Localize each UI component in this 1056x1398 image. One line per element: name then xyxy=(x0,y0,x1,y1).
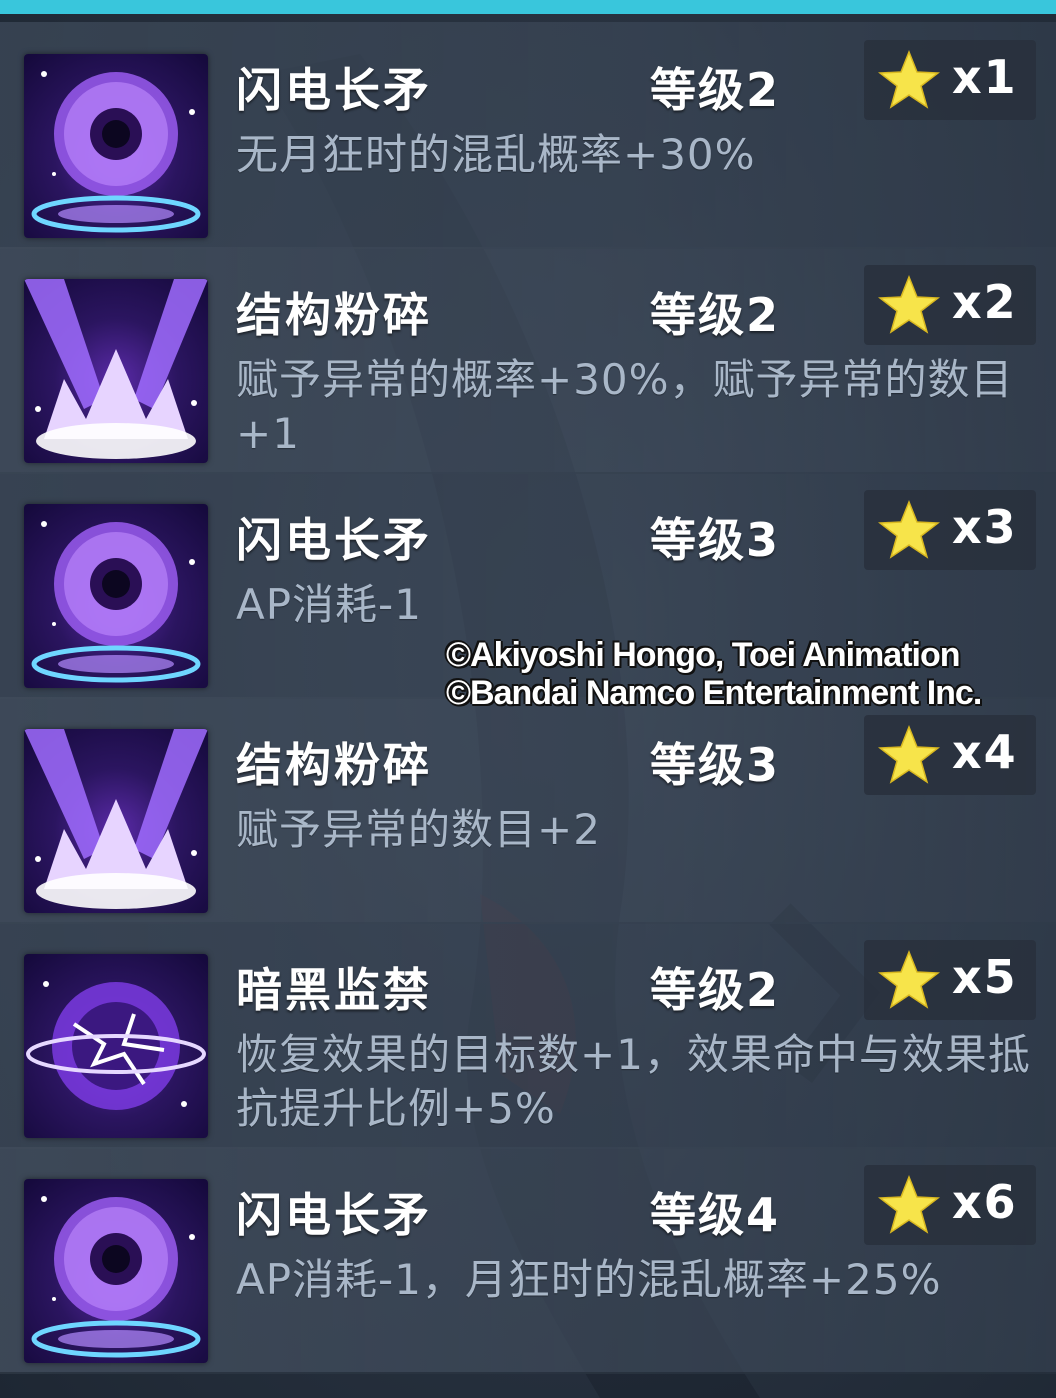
star-icon xyxy=(878,724,940,784)
count-badge: x3 xyxy=(864,490,1036,570)
skill-name: 暗黑监禁 xyxy=(236,963,432,1017)
star-icon xyxy=(878,274,940,334)
skill-name: 闪电长矛 xyxy=(236,63,432,117)
skill-name: 结构粉碎 xyxy=(236,738,432,792)
count-badge: x2 xyxy=(864,265,1036,345)
skill-count: x5 xyxy=(952,950,1018,1004)
skill-count: x3 xyxy=(952,500,1018,554)
count-badge: x5 xyxy=(864,940,1036,1020)
skill-count: x6 xyxy=(952,1175,1018,1229)
skill-level: 等级3 xyxy=(650,513,781,567)
skill-row[interactable]: 结构粉碎 等级2 x2 赋予异常的概率+30%，赋予异常的数目+1 xyxy=(0,247,1056,474)
skill-count: x4 xyxy=(952,725,1018,779)
skill-count: x2 xyxy=(952,275,1018,329)
count-badge: x4 xyxy=(864,715,1036,795)
skill-description: 赋予异常的数目+2 xyxy=(236,805,601,854)
skill-name: 闪电长矛 xyxy=(236,513,432,567)
skill-level: 等级3 xyxy=(650,738,781,792)
skill-description: AP消耗-1 xyxy=(236,580,422,629)
dark-prison-icon xyxy=(24,954,208,1138)
skill-level: 等级2 xyxy=(650,963,781,1017)
top-accent-bar xyxy=(0,0,1056,14)
skill-name: 结构粉碎 xyxy=(236,288,432,342)
structure-shatter-icon xyxy=(24,279,208,463)
lightning-spear-icon xyxy=(24,54,208,238)
star-icon xyxy=(878,499,940,559)
star-icon xyxy=(878,1174,940,1234)
star-icon xyxy=(878,49,940,109)
skill-row[interactable]: 结构粉碎 等级3 x4 赋予异常的数目+2 xyxy=(0,697,1056,924)
count-badge: x6 xyxy=(864,1165,1036,1245)
skill-description: AP消耗-1，月狂时的混乱概率+25% xyxy=(236,1255,942,1304)
skill-description: 赋予异常的概率+30%，赋予异常的数目+1 xyxy=(236,355,1014,458)
copyright-line-1: ©Akiyoshi Hongo, Toei Animation xyxy=(446,636,961,674)
skill-row[interactable]: 闪电长矛 等级2 x1 无月狂时的混乱概率+30% xyxy=(0,22,1056,249)
skill-count: x1 xyxy=(952,50,1018,104)
lightning-spear-icon xyxy=(24,504,208,688)
skill-name: 闪电长矛 xyxy=(236,1188,432,1242)
skill-level: 等级2 xyxy=(650,288,781,342)
copyright-watermark: ©Akiyoshi Hongo, Toei Animation ©Bandai … xyxy=(446,636,1046,712)
skill-level: 等级2 xyxy=(650,63,781,117)
count-badge: x1 xyxy=(864,40,1036,120)
star-icon xyxy=(878,949,940,1009)
skill-row[interactable]: 暗黑监禁 等级2 x5 恢复效果的目标数+1，效果命中与效果抵抗提升比例+5% xyxy=(0,922,1056,1149)
lightning-spear-icon xyxy=(24,1179,208,1363)
skill-row[interactable]: 闪电长矛 等级4 x6 AP消耗-1，月狂时的混乱概率+25% xyxy=(0,1147,1056,1374)
structure-shatter-icon xyxy=(24,729,208,913)
copyright-line-2: ©Bandai Namco Entertainment Inc. xyxy=(446,674,982,712)
skill-description: 恢复效果的目标数+1，效果命中与效果抵抗提升比例+5% xyxy=(236,1030,1031,1133)
skill-description: 无月狂时的混乱概率+30% xyxy=(236,130,756,179)
skill-level: 等级4 xyxy=(650,1188,781,1242)
